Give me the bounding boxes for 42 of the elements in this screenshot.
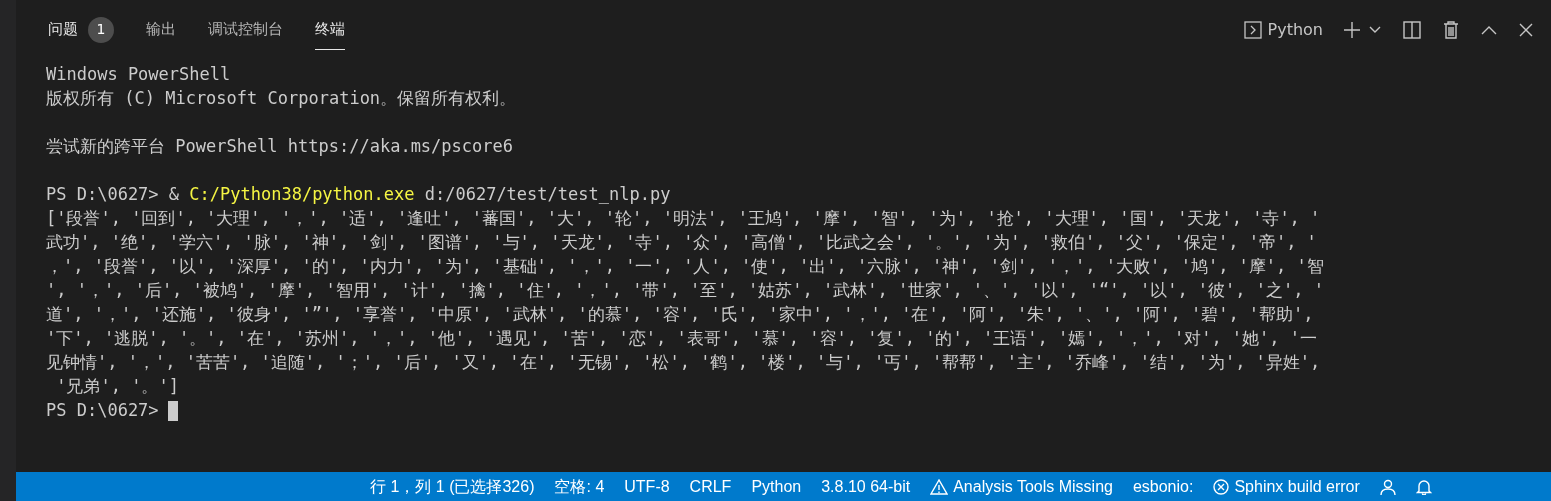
output-line: 尝试新的跨平台 PowerShell https://aka.ms/pscore6	[46, 136, 513, 156]
count-badge: 1	[88, 16, 114, 43]
output-line: Windows PowerShell	[46, 64, 231, 84]
panel-tab[interactable]: 输出	[146, 10, 176, 50]
panel-tab[interactable]: 终端	[315, 10, 345, 50]
chevron-down-icon	[1369, 26, 1381, 34]
error-icon	[1213, 478, 1230, 495]
output-line: 版权所有 (C) Microsoft Corporation。保留所有权利。	[46, 88, 517, 108]
status-item[interactable]: 空格: 4	[544, 474, 615, 499]
chevron-up-icon	[1481, 25, 1497, 35]
output-line: 武功', '绝', '学六', '脉', '神', '剑', '图谱', '与', '天龙', '寺', '众', '高僧', '比武之会', '。', '为', '救伯', '父', '保定', '帝', '	[46, 232, 1317, 252]
prompt-text: PS D:\0627> &	[46, 184, 180, 204]
status-item[interactable]: UTF-8	[614, 474, 680, 499]
person-icon[interactable]	[1379, 478, 1396, 495]
output-line: ，', '段誉', '以', '深厚', '的', '内力', '为', '基础', '，', '一', '人', '使', '出', '六脉', '神', '剑', '，', '大败', '鸠', '摩', '智	[46, 256, 1324, 276]
status-item[interactable]: CRLF	[679, 474, 742, 499]
status-item[interactable]: esbonio:	[1122, 474, 1204, 499]
text-cursor	[167, 401, 178, 421]
output-line: '下', '逃脱', '。', '在', '苏州', '，', '他', '遇见', '苦', '恋', '表哥', '慕', '容', '复', '的', '王语', '嫣', '，', '对', '她', '一	[46, 328, 1318, 348]
command-path: C:/Python38/python.exe	[189, 184, 415, 204]
terminal-icon	[1243, 21, 1262, 39]
warning-icon	[930, 478, 949, 495]
panel-tab[interactable]: 调试控制台	[208, 10, 283, 50]
status-item[interactable]: Sphinx build error	[1203, 474, 1370, 499]
output-line: '兄弟', '。']	[55, 376, 179, 396]
plus-icon	[1343, 21, 1361, 39]
command-argument: d:/0627/test/test_nlp.py	[424, 184, 671, 204]
status-item[interactable]: Analysis Tools Missing	[920, 474, 1123, 499]
status-item[interactable]: Python	[741, 474, 812, 499]
split-icon	[1403, 21, 1421, 39]
status-item[interactable]: 行 1，列 1 (已选择326)	[360, 474, 545, 499]
trash-icon	[1443, 21, 1459, 39]
bell-icon[interactable]	[1415, 478, 1432, 495]
close-icon	[1519, 23, 1533, 37]
panel-tab[interactable]: 问题 1	[48, 10, 114, 50]
prompt-text: PS D:\0627>	[46, 400, 159, 420]
output-line: ', '，', '后', '被鸠', '摩', '智用', '计', '擒', '住', '，', '带', '至', '姑苏', '武林', '世家', '、', '以', '“', '以', '彼', '之', '	[46, 280, 1324, 300]
terminal-selector[interactable]: Python	[1237, 18, 1329, 42]
output-line: ['段誉', '回到', '大理', '，', '适', '逢吐', '蕃国', '大', '轮', '明法', '王鸠', '摩', '智', '为', '抢', '大理', '国', '天龙', '寺', '	[46, 208, 1321, 228]
output-line: 道', '，', '还施', '彼身', '”', '享誉', '中原', '武林', '的慕', '容', '氏', '家中', '，', '在', '阿', '朱', '、', '阿', '碧', '帮助',	[46, 304, 1314, 324]
status-item[interactable]: 3.8.10 64-bit	[811, 474, 921, 499]
output-line: 见钟情', '，', '苦苦', '追随', '；', '后', '又', '在', '无锡', '松', '鹤', '楼', '与', '丐', '帮帮', '主', '乔峰', '结', '为', '异姓',	[46, 352, 1321, 372]
